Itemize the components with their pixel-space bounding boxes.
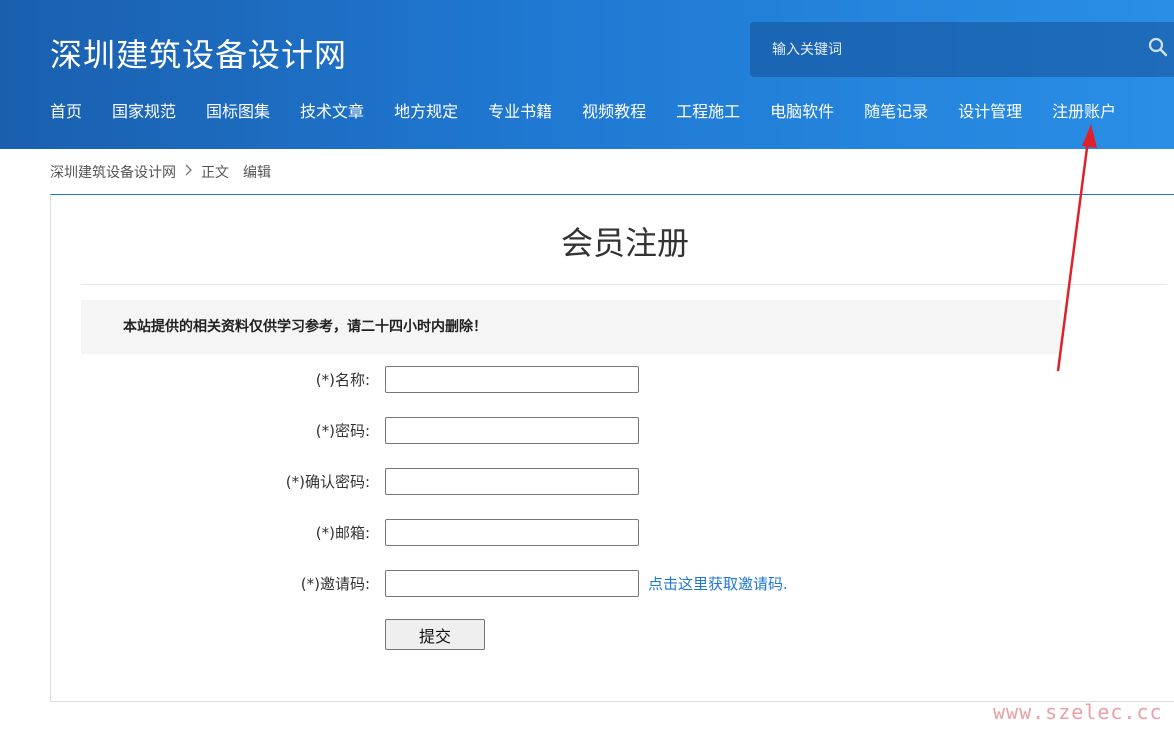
main-nav: 首页 国家规范 国标图集 技术文章 地方规定 专业书籍 视频教程 工程施工 电脑…: [50, 101, 1146, 125]
form-row-password: (*)密码:: [0, 418, 370, 445]
nav-item-standard-atlas[interactable]: 国标图集: [206, 101, 270, 125]
nav-item-books[interactable]: 专业书籍: [488, 101, 552, 125]
email-field[interactable]: [385, 519, 639, 546]
invite-code-label: (*)邀请码:: [300, 575, 370, 593]
search-box: [750, 22, 1174, 77]
nav-item-register[interactable]: 注册账户: [1052, 101, 1116, 125]
nav-item-notes[interactable]: 随笔记录: [864, 101, 928, 125]
title-divider: [81, 284, 1167, 285]
password-field[interactable]: [385, 417, 639, 444]
password-label: (*)密码:: [315, 422, 370, 440]
search-icon[interactable]: [1148, 37, 1168, 57]
submit-button[interactable]: 提交: [385, 619, 485, 650]
edit-link[interactable]: 编辑: [243, 162, 271, 182]
page-title: 会员注册: [560, 224, 689, 262]
content-panel: [50, 194, 1174, 702]
nav-item-construction[interactable]: 工程施工: [676, 101, 740, 125]
watermark: www.szelec.cc: [993, 700, 1163, 724]
breadcrumb: 深圳建筑设备设计网 正文 编辑: [50, 162, 271, 182]
breadcrumb-current: 正文: [201, 165, 229, 181]
get-invite-code-link[interactable]: 点击这里获取邀请码.: [648, 571, 788, 598]
form-row-invite-code: (*)邀请码:: [0, 571, 370, 598]
name-label: (*)名称:: [315, 371, 370, 389]
email-label: (*)邮箱:: [315, 524, 370, 542]
search-input[interactable]: [750, 22, 1130, 77]
confirm-password-field[interactable]: [385, 468, 639, 495]
invite-code-field[interactable]: [385, 570, 639, 597]
site-header: 深圳建筑设备设计网 首页 国家规范 国标图集 技术文章 地方规定 专业书籍 视频…: [0, 0, 1174, 149]
site-title[interactable]: 深圳建筑设备设计网: [50, 30, 347, 76]
form-row-confirm-password: (*)确认密码:: [0, 469, 370, 496]
nav-item-video-tutorials[interactable]: 视频教程: [582, 101, 646, 125]
chevron-right-icon: [185, 164, 192, 176]
nav-item-tech-articles[interactable]: 技术文章: [300, 101, 364, 125]
form-row-email: (*)邮箱:: [0, 520, 370, 547]
nav-item-home[interactable]: 首页: [50, 101, 82, 125]
nav-item-local-regulations[interactable]: 地方规定: [394, 101, 458, 125]
notice-banner: 本站提供的相关资料仅供学习参考，请二十四小时内删除！: [81, 300, 1061, 354]
breadcrumb-separator: [184, 164, 193, 180]
nav-item-national-codes[interactable]: 国家规范: [112, 101, 176, 125]
form-row-name: (*)名称:: [0, 367, 370, 394]
confirm-password-label: (*)确认密码:: [285, 473, 370, 491]
name-field[interactable]: [385, 366, 639, 393]
nav-item-design-management[interactable]: 设计管理: [958, 101, 1022, 125]
nav-item-software[interactable]: 电脑软件: [770, 101, 834, 125]
breadcrumb-home[interactable]: 深圳建筑设备设计网: [50, 162, 176, 182]
